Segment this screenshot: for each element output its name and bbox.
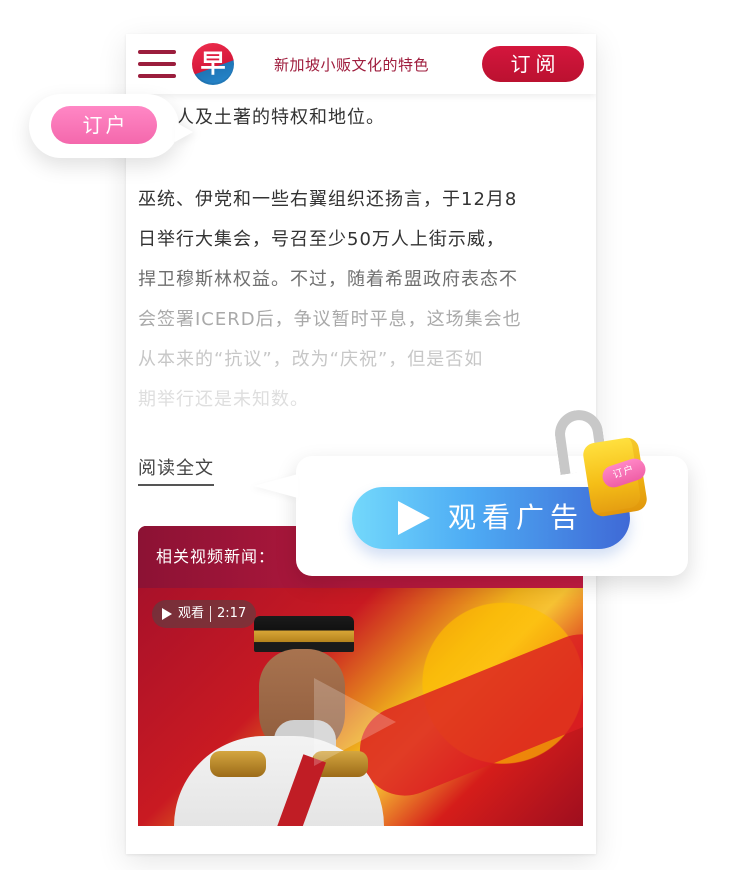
article-line: 会签署ICERD后，争议暂时平息，这场集会也 bbox=[138, 309, 522, 330]
article-content: 马来人及土著的特权和地位。 巫统、伊党和一些右翼组织还扬言，于12月8 日举行大… bbox=[138, 96, 578, 420]
promo-stage: 早 新加坡小贩文化的特色 订阅 马来人及土著的特权和地位。 巫统、伊党和一些右翼… bbox=[0, 0, 740, 870]
article-line: 巫统、伊党和一些右翼组织还扬言，于12月8 bbox=[138, 189, 518, 210]
video-duration-pill[interactable]: 观看 2:17 bbox=[152, 600, 257, 628]
menu-icon[interactable] bbox=[138, 50, 176, 78]
menu-line-middle bbox=[138, 62, 176, 66]
article-line: 期举行还是未知数。 bbox=[138, 389, 309, 410]
menu-line-bottom bbox=[138, 74, 176, 78]
play-icon bbox=[162, 608, 172, 620]
video-play-overlay-icon[interactable] bbox=[314, 678, 396, 766]
logo-icon[interactable]: 早 bbox=[192, 43, 234, 85]
article-line: 从本来的“抗议”，改为“庆祝”，但是否如 bbox=[138, 349, 484, 370]
video-duration: 2:17 bbox=[217, 606, 247, 621]
subscribe-button[interactable]: 订阅 bbox=[482, 46, 584, 82]
duration-divider bbox=[210, 606, 212, 622]
watch-label: 观看 bbox=[178, 606, 205, 621]
user-tag: 订户 bbox=[51, 106, 157, 144]
article-line: 捍卫穆斯林权益。不过，随着希盟政府表态不 bbox=[138, 269, 518, 290]
video-thumbnail[interactable]: 观看 2:17 bbox=[138, 588, 583, 826]
play-icon bbox=[398, 501, 430, 535]
article-paragraph-2: 巫统、伊党和一些右翼组织还扬言，于12月8 日举行大集会，号召至少50万人上街示… bbox=[138, 180, 578, 420]
lock-icon: 订户 bbox=[551, 406, 652, 518]
phone-screen: 早 新加坡小贩文化的特色 订阅 马来人及土著的特权和地位。 巫统、伊党和一些右翼… bbox=[126, 34, 596, 854]
menu-line-top bbox=[138, 50, 176, 54]
user-status-bubble: 订户 bbox=[29, 94, 179, 158]
article-line: 日举行大集会，号召至少50万人上街示威， bbox=[138, 229, 505, 250]
article-paragraph-1: 马来人及土著的特权和地位。 bbox=[138, 98, 578, 138]
left-epaulette bbox=[210, 751, 266, 777]
article-line: 马来人及土著的特权和地位。 bbox=[138, 107, 385, 128]
page-title: 新加坡小贩文化的特色 bbox=[274, 56, 430, 74]
cap-shape bbox=[254, 616, 354, 652]
top-navigation-bar: 早 新加坡小贩文化的特色 订阅 bbox=[126, 34, 596, 94]
read-full-link[interactable]: 阅读全文 bbox=[138, 454, 214, 486]
